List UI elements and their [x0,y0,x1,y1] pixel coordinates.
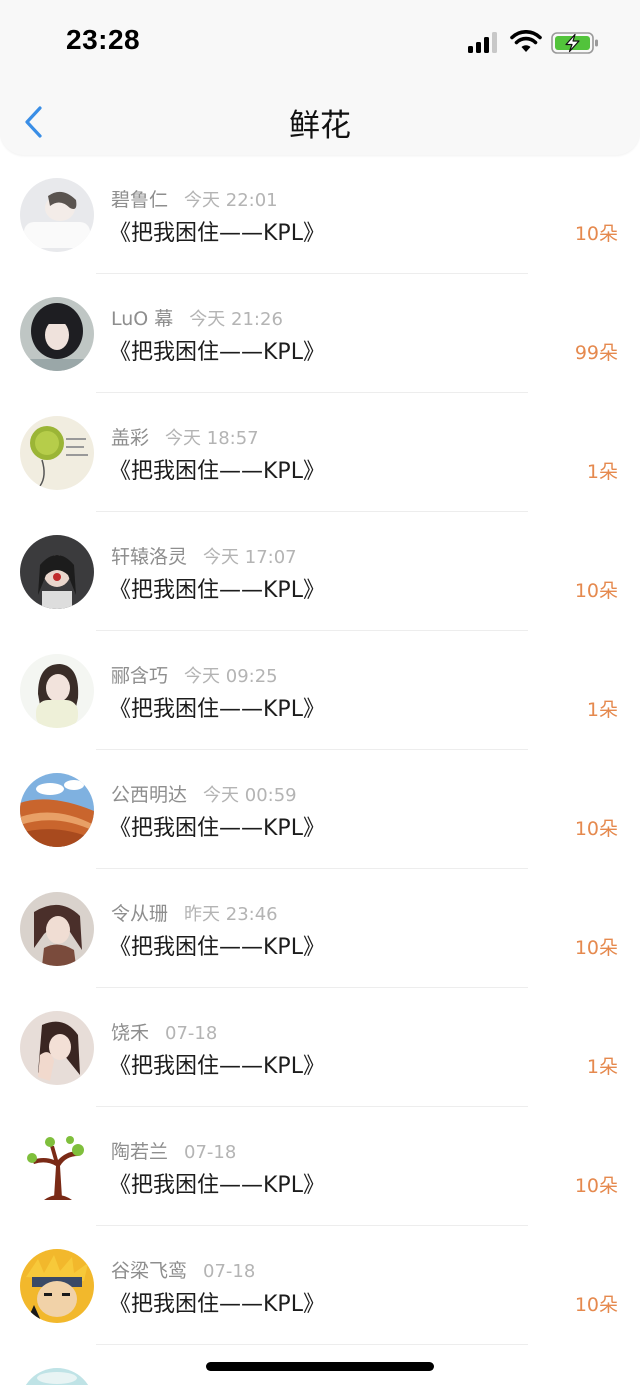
flower-count: 1朵 [586,699,618,721]
sender-name: 饶禾 [111,1022,150,1044]
cellular-signal-icon [468,32,497,53]
list-item[interactable]: 陶若兰 07-18 《把我困住——KPL》 10朵 [0,1107,640,1226]
flower-count: 1朵 [586,461,618,483]
sender-name: 陶若兰 [111,1141,169,1163]
list-item[interactable]: 公西明达 今天 00:59 《把我困住——KPL》 10朵 [0,750,640,869]
flower-count: 99朵 [574,342,618,364]
avatar[interactable] [20,535,94,609]
work-title: 《把我困住——KPL》 [109,221,325,246]
avatar[interactable] [20,892,94,966]
work-title: 《把我困住——KPL》 [109,697,325,722]
work-title: 《把我困住——KPL》 [109,578,325,603]
list-item[interactable]: 碧鲁仁 今天 22:01 《把我困住——KPL》 10朵 [0,155,640,274]
list-item[interactable]: 令从珊 昨天 23:46 《把我困住——KPL》 10朵 [0,869,640,988]
home-indicator[interactable] [206,1362,434,1371]
timestamp: 今天 00:59 [203,785,297,806]
avatar[interactable] [20,1249,94,1323]
work-title: 《把我困住——KPL》 [109,1054,325,1079]
flower-count: 10朵 [574,580,618,602]
sender-name: 公西明达 [111,784,188,806]
timestamp: 07-18 [184,1142,237,1163]
status-time: 23:28 [66,24,141,55]
timestamp: 07-18 [165,1023,218,1044]
work-title: 《把我困住——KPL》 [109,816,325,841]
battery-charging-icon [551,32,598,54]
sender-name: 轩辕洛灵 [111,546,188,568]
timestamp: 今天 18:57 [165,428,259,449]
avatar[interactable] [20,1011,94,1085]
sender-name: 郦含巧 [111,665,169,687]
timestamp: 今天 09:25 [184,666,278,687]
list-item[interactable]: 谷梁飞鸾 07-18 《把我困住——KPL》 10朵 [0,1226,640,1345]
timestamp: 07-18 [203,1261,256,1282]
navigation-header: 23:28 鲜花 [0,0,640,155]
avatar[interactable] [20,178,94,252]
avatar[interactable] [20,297,94,371]
flower-count: 10朵 [574,818,618,840]
sender-name: 盖彩 [111,427,150,449]
flower-count: 10朵 [574,937,618,959]
work-title: 《把我困住——KPL》 [109,340,325,365]
work-title: 《把我困住——KPL》 [109,1173,325,1198]
flower-count: 10朵 [574,223,618,245]
flower-count: 10朵 [574,1294,618,1316]
wifi-icon [510,30,542,52]
work-title: 《把我困住——KPL》 [109,1292,325,1317]
timestamp: 今天 22:01 [184,190,278,211]
timestamp: 今天 21:26 [189,309,283,330]
avatar[interactable] [20,773,94,847]
avatar[interactable] [20,1368,94,1385]
avatar[interactable] [20,654,94,728]
work-title: 《把我困住——KPL》 [109,935,325,960]
timestamp: 昨天 23:46 [184,904,278,925]
flower-count: 1朵 [586,1056,618,1078]
work-title: 《把我困住——KPL》 [109,459,325,484]
list-item[interactable]: 盖彩 今天 18:57 《把我困住——KPL》 1朵 [0,393,640,512]
sender-name: LuO 幕 [111,308,174,330]
list-item[interactable]: 郦含巧 今天 09:25 《把我困住——KPL》 1朵 [0,631,640,750]
list-item[interactable]: 饶禾 07-18 《把我困住——KPL》 1朵 [0,988,640,1107]
list-item[interactable]: 轩辕洛灵 今天 17:07 《把我困住——KPL》 10朵 [0,512,640,631]
sender-name: 令从珊 [111,903,169,925]
sender-name: 谷梁飞鸾 [111,1260,188,1282]
avatar[interactable] [20,416,94,490]
timestamp: 今天 17:07 [203,547,297,568]
flower-count: 10朵 [574,1175,618,1197]
sender-name: 碧鲁仁 [111,189,169,211]
avatar[interactable] [20,1130,94,1204]
page-title: 鲜花 [289,108,351,144]
list-item[interactable]: LuO 幕今天 21:26 《把我困住——KPL》 99朵 [0,274,640,393]
